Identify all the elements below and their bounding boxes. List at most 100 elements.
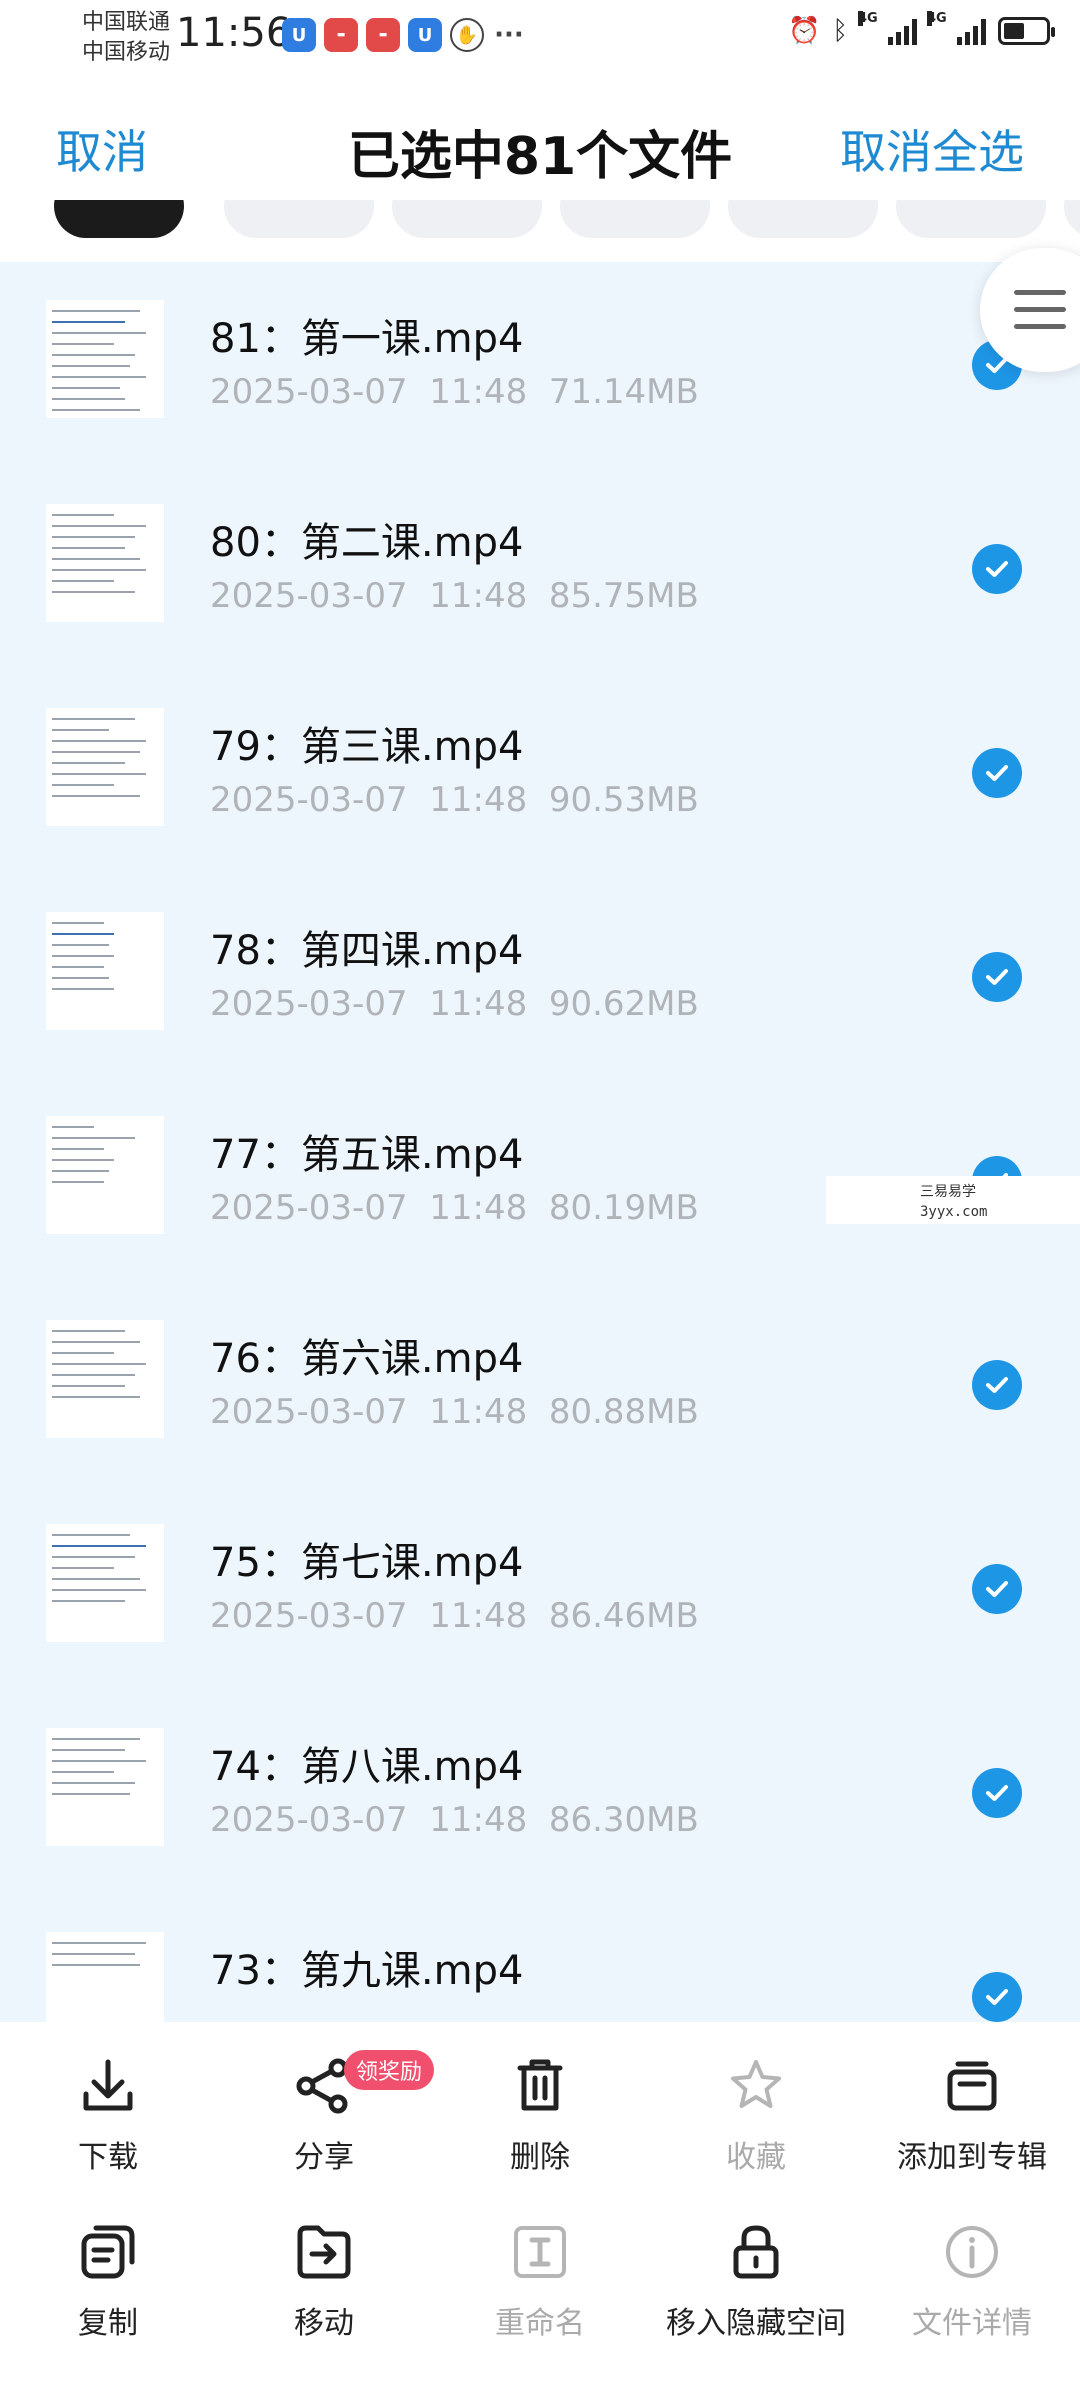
app-notification-icon: U [282,18,316,52]
favorite-label: 收藏 [726,2140,786,2175]
file-meta: 2025-03-07 11:48 90.62MB [210,984,699,1024]
file-row[interactable]: 76：第六课.mp4 2025-03-07 11:48 80.88MB [0,1282,1080,1486]
selected-check-icon[interactable] [972,952,1022,1002]
file-list[interactable]: 81：第一课.mp4 2025-03-07 11:48 71.14MB 80：第… [0,262,1080,2022]
file-meta: 2025-03-07 11:48 80.88MB [210,1392,699,1432]
file-thumbnail [46,1320,164,1438]
tab-category[interactable] [560,200,710,238]
copy-button[interactable]: 复制 [0,2220,216,2342]
file-meta: 2025-03-07 11:48 86.30MB [210,1800,699,1840]
checkmark-icon [986,1377,1008,1393]
bottom-action-bar: 下载 领奖励 分享 删除 收藏 添加到专辑 复制 移动 重命名 移入隐藏空间 文… [0,2022,1080,2400]
file-size: 85.75MB [548,576,699,616]
thumbnail-text-line [52,1534,130,1536]
selected-check-icon[interactable] [972,1768,1022,1818]
deselect-all-button[interactable]: 取消全选 [840,116,1024,182]
menu-icon [1014,307,1066,312]
signal-icon: 4G [927,11,986,45]
copy-icon [81,2225,135,2279]
signal-label: 4G [927,11,947,26]
thumbnail-text-line [52,365,130,367]
thumbnail-text-line [52,1126,94,1128]
add-to-album-button[interactable]: 添加到专辑 [864,2054,1080,2176]
share-button[interactable]: 领奖励 分享 [216,2050,435,2176]
file-time: 11:48 [429,576,528,616]
thumbnail-text-line [52,1170,109,1172]
delete-label: 删除 [510,2140,570,2175]
thumbnail-text-line [52,966,104,968]
thumbnail-text-line [52,1793,130,1795]
thumbnail-text-line [52,1385,125,1387]
file-date: 2025-03-07 [210,1800,408,1840]
watermark: 三易易学 3yyx.com [826,1176,1080,1224]
thumbnail-text-line [52,514,114,516]
app-notification-icon: U [408,18,442,52]
move-button[interactable]: 移动 [216,2220,432,2342]
file-row[interactable]: 75：第七课.mp4 2025-03-07 11:48 86.46MB [0,1486,1080,1690]
delete-button[interactable]: 删除 [432,2054,648,2176]
hand-icon: ✋ [450,18,484,52]
thumbnail-text-line [52,321,125,323]
watermark-line-2: 3yyx.com [920,1204,988,1220]
cancel-button[interactable]: 取消 [56,116,148,182]
file-row[interactable]: 74：第八课.mp4 2025-03-07 11:48 86.30MB [0,1690,1080,1894]
file-name: 78：第四课.mp4 [210,928,524,974]
thumbnail-text-line [52,1352,114,1354]
file-thumbnail [46,1524,164,1642]
file-date: 2025-03-07 [210,780,408,820]
tab-category[interactable] [1064,200,1080,238]
tab-category[interactable] [224,200,374,238]
file-meta: 2025-03-07 11:48 86.46MB [210,1596,699,1636]
selected-check-icon[interactable] [972,1564,1022,1614]
menu-icon [1014,324,1066,329]
thumbnail-text-line [52,332,146,334]
info-icon [946,2226,998,2278]
file-meta: 2025-03-07 11:48 90.53MB [210,780,699,820]
file-size: 80.19MB [548,1188,699,1228]
download-icon [83,2059,133,2111]
file-details-button[interactable]: 文件详情 [864,2220,1080,2342]
thumbnail-text-line [52,558,140,560]
file-size: 71.14MB [548,372,699,412]
tab-category[interactable] [392,200,542,238]
category-tabs [0,200,1080,250]
signal-label: 4G [858,11,878,26]
file-time: 11:48 [429,1596,528,1636]
file-details-label: 文件详情 [912,2306,1032,2341]
system-icons: ⏰ ᛒ 4G 4G [788,11,1055,46]
thumbnail-text-line [52,1148,104,1150]
rename-button[interactable]: 重命名 [432,2220,648,2342]
file-row[interactable]: 80：第二课.mp4 2025-03-07 11:48 85.75MB [0,466,1080,670]
file-name: 75：第七课.mp4 [210,1540,524,1586]
checkmark-icon [986,765,1008,781]
file-date: 2025-03-07 [210,1596,408,1636]
thumbnail-text-line [52,310,140,312]
move-to-hidden-button[interactable]: 移入隐藏空间 [648,2220,864,2342]
rename-label: 重命名 [495,2306,585,2341]
download-label: 下载 [78,2140,138,2175]
tab-category[interactable] [728,200,878,238]
file-date: 2025-03-07 [210,1188,408,1228]
file-size: 86.30MB [548,1800,699,1840]
file-row[interactable]: 78：第四课.mp4 2025-03-07 11:48 90.62MB [0,874,1080,1078]
file-row[interactable]: 73：第九课.mp4 [0,1894,1080,2022]
file-row[interactable]: 79：第三课.mp4 2025-03-07 11:48 90.53MB [0,670,1080,874]
download-button[interactable]: 下载 [0,2054,216,2176]
thumbnail-text-line [52,1942,146,1944]
tab-category[interactable] [896,200,1046,238]
thumbnail-text-line [52,933,114,935]
selected-check-icon[interactable] [972,1972,1022,2022]
thumbnail-text-line [52,387,120,389]
menu-icon [1014,290,1066,295]
selected-check-icon[interactable] [972,544,1022,594]
thumbnail-text-line [52,1181,104,1183]
file-row[interactable]: 81：第一课.mp4 2025-03-07 11:48 71.14MB [0,262,1080,466]
selected-check-icon[interactable] [972,748,1022,798]
file-time: 11:48 [429,372,528,412]
file-date: 2025-03-07 [210,1392,408,1432]
tab-all[interactable] [54,200,184,238]
selected-check-icon[interactable] [972,1360,1022,1410]
move-label: 移动 [294,2306,354,2341]
thumbnail-text-line [52,751,140,753]
favorite-button[interactable]: 收藏 [648,2054,864,2176]
